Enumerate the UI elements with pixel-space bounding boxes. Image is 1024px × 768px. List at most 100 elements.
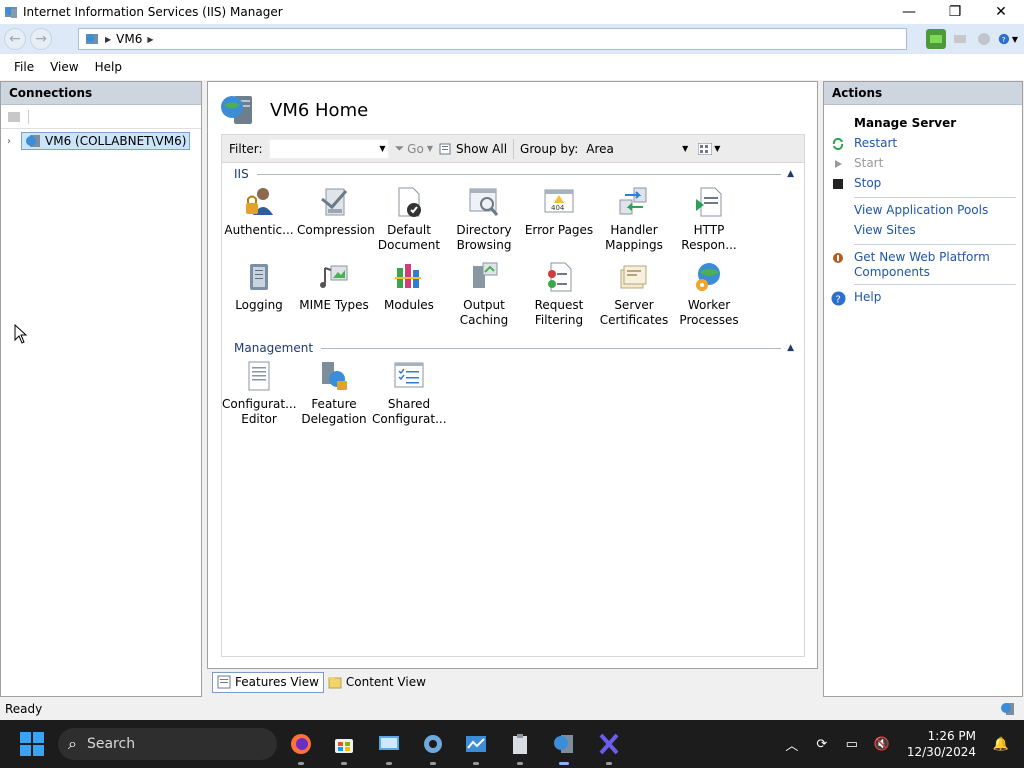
tab-label: Content View <box>345 675 426 689</box>
feature-handler-mappings[interactable]: Handler Mappings <box>597 185 671 253</box>
view-sites-action[interactable]: View Sites <box>830 220 1022 240</box>
chevron-up-icon[interactable]: ︿ <box>777 735 807 754</box>
breadcrumb-arrow-icon[interactable]: ▶ <box>105 35 111 44</box>
default-document-icon <box>398 187 421 217</box>
modules-icon <box>395 264 421 288</box>
remote-desktop-app[interactable] <box>375 730 403 765</box>
iis-manager-app[interactable] <box>550 730 578 765</box>
sync-icon[interactable]: ⟳ <box>807 737 837 752</box>
feature-authentication[interactable]: Authentic... <box>222 185 296 238</box>
logging-icon <box>250 264 268 290</box>
feature-label: Error Pages <box>524 223 594 237</box>
back-button[interactable]: ← <box>4 28 26 50</box>
collapse-icon[interactable]: ▲ <box>787 169 794 179</box>
mime-types-icon <box>320 265 348 288</box>
xmind-app[interactable] <box>595 730 623 765</box>
start-action[interactable]: Start <box>830 153 1022 173</box>
breadcrumb-vm6[interactable]: VM6 <box>116 32 142 46</box>
actions-divider <box>854 244 1016 245</box>
restore-button[interactable]: ❐ <box>932 0 978 24</box>
address-field[interactable]: ▶ VM6 ▶ <box>78 28 907 50</box>
configuration-editor-icon <box>248 361 270 391</box>
tab-features-view[interactable]: Features View <box>212 671 324 693</box>
action-label: View Application Pools <box>854 203 989 217</box>
taskbar-search[interactable]: ⌕ Search <box>58 728 277 760</box>
help-action[interactable]: ? Help <box>830 287 1022 307</box>
taskbar: ⌕ Search ︿ ⟳ ▭ 🔇 1:26 PM 12/30/2024 🔔 <box>0 720 1024 768</box>
view-mode-button[interactable]: ▼ <box>698 142 721 155</box>
search-icon: ⌕ <box>68 734 77 753</box>
group-header-management[interactable]: Management ▲ <box>234 341 794 355</box>
feature-error-pages[interactable]: 404 Error Pages <box>522 185 596 238</box>
feature-directory-browsing[interactable]: Directory Browsing <box>447 185 521 253</box>
feature-feature-delegation[interactable]: Feature Delegation <box>297 359 371 427</box>
feature-server-certificates[interactable]: Server Certificates <box>597 260 671 328</box>
tree-expand-icon[interactable]: › <box>7 136 21 147</box>
feature-compression[interactable]: Compression <box>297 185 375 238</box>
breadcrumb-arrow-icon[interactable]: ▶ <box>147 35 153 44</box>
close-button[interactable]: ✕ <box>978 0 1024 24</box>
minimize-button[interactable]: — <box>886 0 932 24</box>
restart-icon <box>830 136 846 152</box>
feature-mime-types[interactable]: MIME Types <box>297 260 371 313</box>
feature-modules[interactable]: Modules <box>372 260 446 313</box>
feature-http-response[interactable]: HTTP Respon... <box>672 185 746 253</box>
filter-input[interactable]: ▼ <box>268 138 389 159</box>
view-dropdown-icon: ▼ <box>714 144 721 153</box>
connections-header: Connections <box>1 82 201 105</box>
settings-app[interactable] <box>419 730 447 765</box>
window-title: Internet Information Services (IIS) Mana… <box>23 5 283 19</box>
monitor-icon <box>466 736 486 752</box>
monitor-app[interactable] <box>462 730 490 765</box>
feature-request-filtering[interactable]: Request Filtering <box>522 260 596 328</box>
notification-bell-icon[interactable]: 🔔 <box>986 737 1016 752</box>
save-connections-icon[interactable] <box>950 29 970 49</box>
main-panel: VM6 Home Filter: ▼ ⏷ Go ▼ Show All Group… <box>207 81 818 669</box>
feature-default-document[interactable]: Default Document <box>372 185 446 253</box>
group-by-select[interactable]: Area ▼ <box>582 138 693 159</box>
tree-row-vm6[interactable]: › VM6 (COLLABNET\VM6) <box>1 131 201 151</box>
refresh-tool-icon[interactable] <box>974 29 994 49</box>
feature-worker-processes[interactable]: Worker Processes <box>672 260 746 328</box>
feature-logging[interactable]: Logging <box>222 260 296 313</box>
actions-divider <box>854 197 1016 198</box>
firefox-app[interactable] <box>287 730 315 765</box>
volume-muted-icon[interactable]: 🔇 <box>867 737 897 752</box>
feature-output-caching[interactable]: Output Caching <box>447 260 521 328</box>
connect-icon[interactable] <box>926 29 946 49</box>
group-by-label: Group by: <box>520 141 579 156</box>
network-icon[interactable]: ▭ <box>837 737 867 752</box>
menu-view[interactable]: View <box>42 60 86 74</box>
start-button[interactable] <box>20 732 44 756</box>
create-connection-icon[interactable] <box>6 109 22 125</box>
go-dropdown-icon[interactable]: ▼ <box>427 144 433 153</box>
connections-toolbar <box>1 105 201 129</box>
action-label: View Sites <box>854 223 916 237</box>
clock[interactable]: 1:26 PM 12/30/2024 <box>907 728 976 760</box>
feature-shared-configuration[interactable]: Shared Configurat... <box>372 359 447 427</box>
stop-action[interactable]: Stop <box>830 173 1022 193</box>
get-web-platform-action[interactable]: Get New Web Platform Components <box>830 247 1022 280</box>
group-header-iis[interactable]: IIS ▲ <box>234 167 794 181</box>
actions-divider <box>854 284 1016 285</box>
help-dropdown-icon[interactable]: ? ▼ <box>998 29 1018 49</box>
menu-help[interactable]: Help <box>87 60 130 74</box>
filter-dropdown-icon[interactable]: ▼ <box>379 144 385 153</box>
go-button[interactable]: ⏷ Go ▼ <box>395 141 433 156</box>
actions-panel: Actions Manage Server Restart Start Stop… <box>823 81 1023 697</box>
clipboard-app[interactable] <box>506 730 534 765</box>
action-label: Restart <box>854 136 898 150</box>
store-app[interactable] <box>330 730 358 765</box>
forward-button[interactable]: → <box>30 28 52 50</box>
show-all-button[interactable]: Show All <box>439 142 507 156</box>
tab-content-view[interactable]: Content View <box>324 672 430 693</box>
authentication-icon <box>246 188 273 215</box>
feature-label: Directory Browsing <box>456 223 512 252</box>
menu-file[interactable]: File <box>6 60 42 74</box>
collapse-icon[interactable]: ▲ <box>787 343 794 353</box>
status-bar: Ready <box>0 698 1024 720</box>
feature-configuration-editor[interactable]: Configurat... Editor <box>222 359 297 427</box>
restart-action[interactable]: Restart <box>830 133 1022 153</box>
view-app-pools-action[interactable]: View Application Pools <box>830 200 1022 220</box>
tree-node-vm6[interactable]: VM6 (COLLABNET\VM6) <box>21 132 191 150</box>
